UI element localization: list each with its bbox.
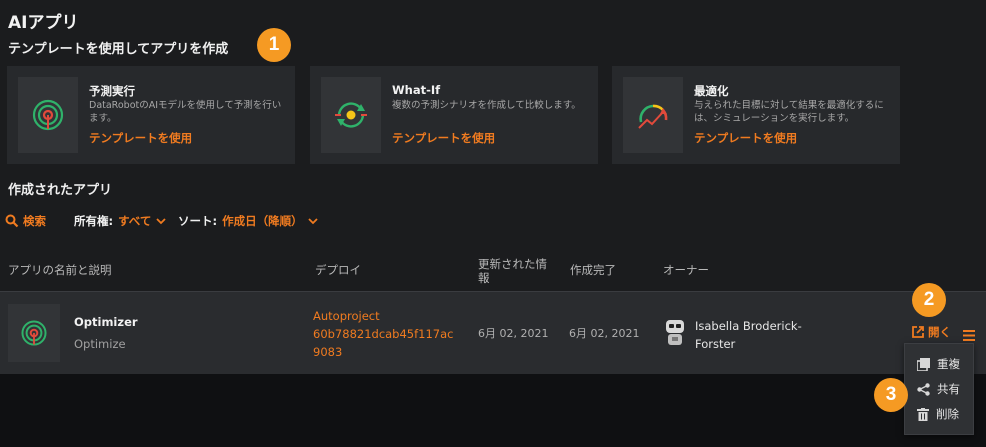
- page-title: AIアプリ: [8, 13, 79, 33]
- search-icon: [5, 214, 19, 228]
- created-date: 6月 02, 2021: [569, 327, 640, 340]
- delete-menu-item[interactable]: 削除: [917, 404, 959, 424]
- column-header-deploy[interactable]: デプロイ: [315, 262, 361, 278]
- owner-line: Forster: [695, 337, 736, 351]
- ownership-value: すべて: [118, 214, 152, 228]
- column-header-owner[interactable]: オーナー: [663, 262, 709, 278]
- open-label: 開く: [928, 325, 951, 339]
- search-button[interactable]: 検索: [5, 213, 46, 229]
- trash-icon: [917, 407, 929, 421]
- duplicate-label: 重複: [937, 357, 960, 371]
- callout-3: 3: [874, 378, 908, 412]
- share-menu-item[interactable]: 共有: [917, 379, 960, 399]
- use-template-link[interactable]: テンプレートを使用: [89, 130, 192, 146]
- created-apps-heading: 作成されたアプリ: [8, 183, 113, 198]
- chevron-down-icon: [307, 218, 318, 225]
- card-title: 予測実行: [89, 84, 135, 98]
- external-link-icon: [912, 326, 924, 338]
- sort-filter[interactable]: ソート: 作成日（降順）: [178, 213, 319, 229]
- app-description: Optimize: [74, 337, 126, 351]
- open-button[interactable]: 開く: [911, 324, 951, 340]
- share-icon: [917, 382, 930, 396]
- card-description: 与えられた目標に対して結果を最適化するには、シミュレーションを実行します。: [694, 100, 884, 124]
- cycle-icon: [321, 77, 381, 153]
- card-title: 最適化: [694, 84, 729, 98]
- ownership-label: 所有権:: [74, 214, 114, 228]
- search-label: 検索: [23, 214, 46, 228]
- share-label: 共有: [937, 382, 960, 396]
- target-icon: [8, 304, 60, 362]
- card-title: What-If: [392, 83, 441, 97]
- row-context-menu: 重複 共有 削除: [904, 343, 974, 435]
- card-description: DataRobotのAIモデルを使用して予測を行います。: [89, 100, 282, 124]
- deploy-line: 60b78821dcab45f117ac: [313, 327, 454, 341]
- callout-1: 1: [257, 28, 291, 62]
- delete-label: 削除: [936, 407, 959, 421]
- deploy-line: Autoproject: [313, 309, 380, 323]
- table-row[interactable]: Optimizer Optimize Autoproject 60b78821d…: [0, 292, 986, 374]
- card-description: 複数の予測シナリオを作成して比較します。: [392, 100, 581, 111]
- template-card-optimization[interactable]: 最適化 与えられた目標に対して結果を最適化するには、シミュレーションを実行します…: [612, 66, 900, 164]
- owner-name: Isabella Broderick- Forster: [695, 317, 802, 353]
- column-header-name[interactable]: アプリの名前と説明: [8, 262, 112, 278]
- sort-label: ソート:: [178, 214, 218, 228]
- updated-date: 6月 02, 2021: [478, 327, 549, 340]
- deploy-line: 9083: [313, 345, 343, 359]
- copy-icon: [917, 357, 930, 371]
- use-template-link[interactable]: テンプレートを使用: [694, 130, 797, 146]
- use-template-link[interactable]: テンプレートを使用: [392, 130, 495, 146]
- column-header-created[interactable]: 作成完了: [570, 262, 616, 278]
- templates-heading: テンプレートを使用してアプリを作成: [8, 42, 229, 57]
- ownership-filter[interactable]: 所有権: すべて: [74, 213, 167, 229]
- column-header-updated[interactable]: 更新された情報: [478, 257, 550, 285]
- app-name[interactable]: Optimizer: [74, 315, 138, 329]
- owner-line: Isabella Broderick-: [695, 319, 802, 333]
- empty-area: [0, 374, 986, 447]
- target-icon: [18, 77, 78, 153]
- callout-2: 2: [912, 283, 946, 317]
- duplicate-menu-item[interactable]: 重複: [917, 354, 960, 374]
- template-card-prediction[interactable]: 予測実行 DataRobotのAIモデルを使用して予測を行います。 テンプレート…: [7, 66, 295, 164]
- deploy-link[interactable]: Autoproject 60b78821dcab45f117ac 9083: [313, 307, 454, 361]
- gauge-icon: [623, 77, 683, 153]
- chevron-down-icon: [156, 218, 166, 225]
- avatar: [663, 317, 687, 347]
- sort-value: 作成日（降順）: [222, 214, 303, 228]
- template-card-what-if[interactable]: What-If 複数の予測シナリオを作成して比較します。 テンプレートを使用: [310, 66, 598, 164]
